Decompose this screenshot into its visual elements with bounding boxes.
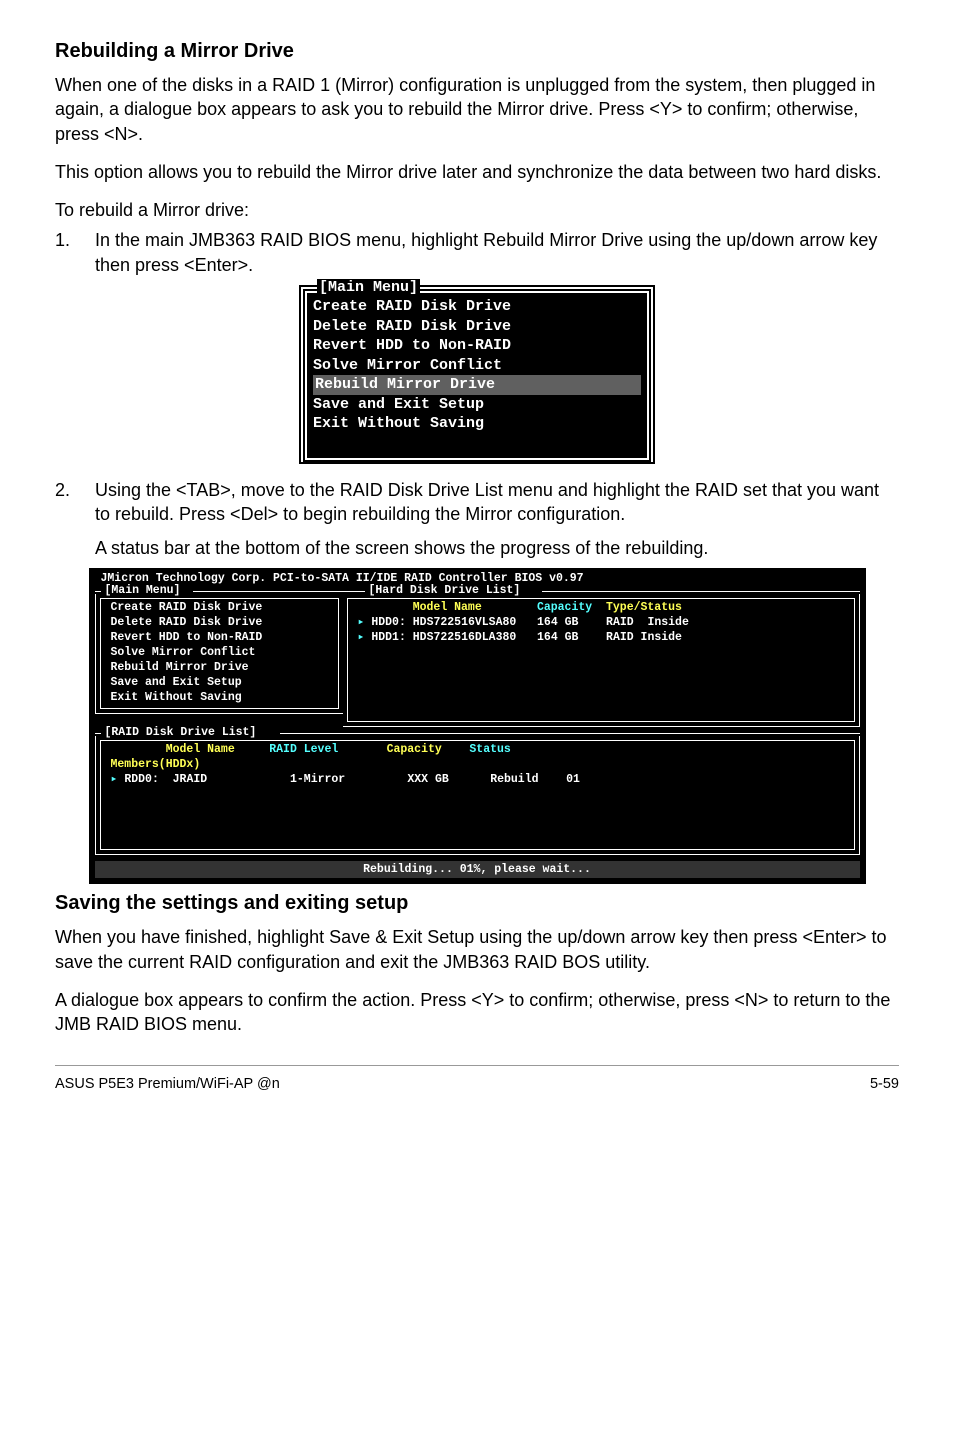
table-row[interactable]: ▸ HDD1: HDS722516DLA380 164 GB RAID Insi… [358,631,844,646]
cell-cap: XXX GB [407,773,448,786]
cell-dev: HDD0: [371,616,406,629]
footer-right: 5-59 [870,1076,899,1092]
step-text-main: Using the <TAB>, move to the RAID Disk D… [95,480,879,524]
bios-menu-item[interactable]: Exit Without Saving [111,691,328,706]
bios-status-bar: Rebuilding... 01%, please wait... [95,861,860,878]
bios-hdd-list-panel: [Hard Disk Drive List] Model Name Capaci… [343,587,860,727]
list-item: 2. Using the <TAB>, move to the RAID Dis… [55,478,899,561]
bios-menu-item[interactable]: Solve Mirror Conflict [111,646,328,661]
paragraph: To rebuild a Mirror drive: [55,198,899,222]
col-members: Members(HDDx) [111,758,201,771]
step-sub-text: A status bar at the bottom of the screen… [95,536,899,560]
bios-menu-item[interactable]: Revert HDD to Non-RAID [313,336,641,356]
step-text: In the main JMB363 RAID BIOS menu, highl… [95,228,899,277]
bios-menu-item[interactable]: Create RAID Disk Drive [111,601,328,616]
col-status: Status [469,743,510,756]
cell-model: HDS722516DLA380 [413,631,517,644]
heading-saving: Saving the settings and exiting setup [55,892,899,915]
col-model: Model Name [413,601,482,614]
step-list: 1. In the main JMB363 RAID BIOS menu, hi… [55,228,899,277]
step-number: 1. [55,228,95,277]
bios-menu-inner: Create RAID Disk Drive Delete RAID Disk … [305,291,649,460]
table-header-row: Model Name Capacity Type/Status [358,601,844,616]
bios-menu-item[interactable]: Delete RAID Disk Drive [313,317,641,337]
col-capacity: Capacity [537,601,592,614]
bios-legend: [Main Menu] [317,279,420,296]
bios-fieldset: [Main Menu] Create RAID Disk Drive Delet… [301,287,653,462]
footer-left: ASUS P5E3 Premium/WiFi-AP @n [55,1076,280,1092]
table-row[interactable]: ▸ HDD0: HDS722516VLSA80 164 GB RAID Insi… [358,616,844,631]
table-row[interactable]: ▸ RDD0: JRAID 1-Mirror XXX GB Rebuild 01 [111,773,844,788]
cell-cap: 164 GB [537,631,578,644]
bios-menu-item[interactable]: Solve Mirror Conflict [313,356,641,376]
step-list: 2. Using the <TAB>, move to the RAID Dis… [55,478,899,561]
table-header-row: Model Name RAID Level Capacity Status [111,743,844,758]
bios-menu-item[interactable]: Revert HDD to Non-RAID [111,631,328,646]
table-header-members: Members(HDDx) [111,758,844,773]
col-level: RAID Level [269,743,338,756]
list-item: 1. In the main JMB363 RAID BIOS menu, hi… [55,228,899,277]
col-type: Type/Status [606,601,682,614]
bios-menu-item[interactable]: Save and Exit Setup [313,395,641,415]
col-model: Model Name [166,743,235,756]
bios-raid-screen-figure: JMicron Technology Corp. PCI-to-SATA II/… [89,568,866,884]
cell-name: RDD0: JRAID [124,773,207,786]
step-text: Using the <TAB>, move to the RAID Disk D… [95,478,899,561]
cell-type: RAID Inside [606,631,682,644]
cell-type: RAID Inside [606,616,689,629]
bios-menu-item[interactable]: Create RAID Disk Drive [313,297,641,317]
cell-dev: HDD1: [371,631,406,644]
paragraph: When you have finished, highlight Save &… [55,925,899,974]
bios-main-menu-figure: [Main Menu] Create RAID Disk Drive Delet… [299,285,655,464]
col-capacity: Capacity [387,743,442,756]
paragraph: When one of the disks in a RAID 1 (Mirro… [55,73,899,146]
bios-menu-item[interactable]: Delete RAID Disk Drive [111,616,328,631]
page-footer: ASUS P5E3 Premium/WiFi-AP @n 5-59 [55,1065,899,1092]
arrow-icon: ▸ [111,773,118,786]
bios-raid-list-panel: [RAID Disk Drive List] Model Name RAID L… [95,729,860,855]
arrow-icon: ▸ [358,631,365,644]
bios-hdd-legend: [Hard Disk Drive List] [367,584,523,597]
bios-menu-item-selected[interactable]: Rebuild Mirror Drive [313,375,641,395]
step-number: 2. [55,478,95,561]
cell-level: 1-Mirror [290,773,345,786]
bios-main-legend: [Main Menu] [103,584,183,597]
bios-main-menu-panel: [Main Menu] Create RAID Disk Drive Delet… [95,587,343,727]
arrow-icon: ▸ [358,616,365,629]
cell-status: Rebuild [490,773,538,786]
bios-raid-legend: [RAID Disk Drive List] [103,726,259,739]
paragraph: A dialogue box appears to confirm the ac… [55,988,899,1037]
paragraph: This option allows you to rebuild the Mi… [55,160,899,184]
bios-menu-item[interactable]: Rebuild Mirror Drive [111,661,328,676]
heading-rebuild: Rebuilding a Mirror Drive [55,40,899,63]
cell-members: 01 [566,773,580,786]
cell-model: HDS722516VLSA80 [413,616,517,629]
cell-cap: 164 GB [537,616,578,629]
bios-menu-item[interactable]: Save and Exit Setup [111,676,328,691]
bios-menu-item[interactable]: Exit Without Saving [313,414,641,434]
